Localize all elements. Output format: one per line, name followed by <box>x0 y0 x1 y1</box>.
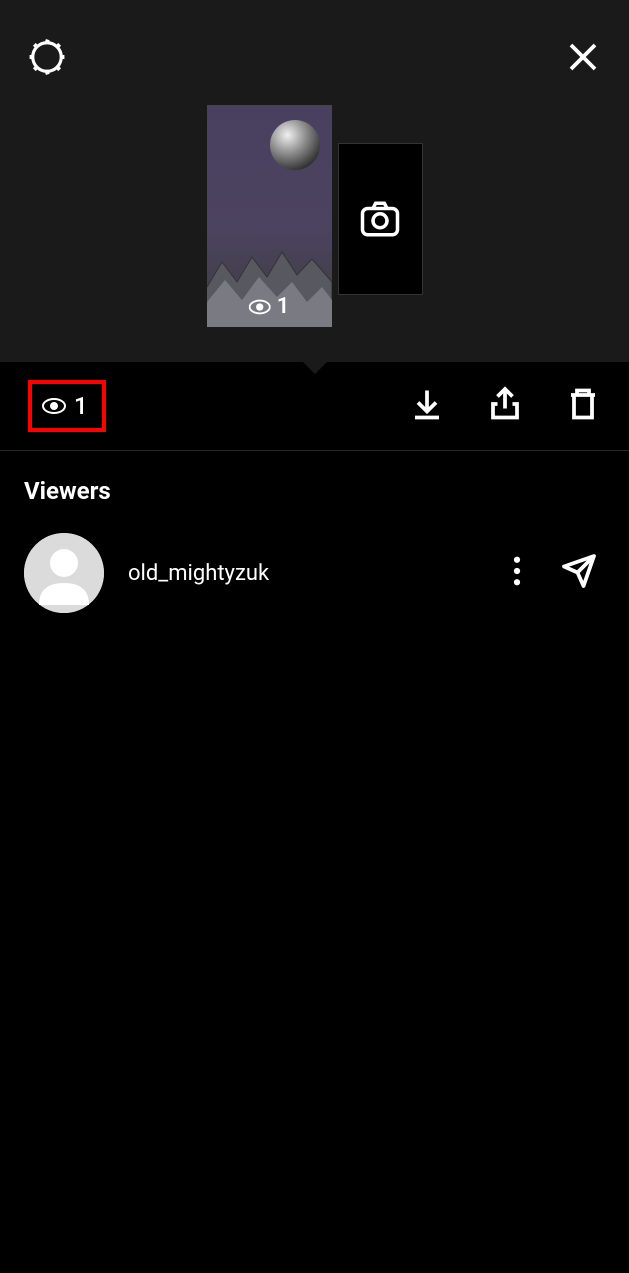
viewer-send-button[interactable] <box>561 553 597 593</box>
thumbnail-view-count: 1 <box>249 294 290 319</box>
action-bar: 1 <box>0 362 629 451</box>
trash-icon <box>565 386 601 422</box>
share-button[interactable] <box>487 386 523 426</box>
thumbnail-view-count-value: 1 <box>277 294 290 319</box>
story-content-sphere <box>270 120 320 170</box>
viewer-row: old_mightyzuk <box>24 533 605 613</box>
avatar-placeholder-icon <box>24 533 104 613</box>
story-preview-area: 1 <box>0 0 629 362</box>
more-icon <box>513 556 521 586</box>
eye-icon <box>249 299 271 315</box>
download-icon <box>409 386 445 422</box>
story-thumbnail[interactable]: 1 <box>207 105 332 327</box>
view-count-value: 1 <box>74 392 88 420</box>
eye-icon <box>42 397 66 415</box>
settings-button[interactable] <box>28 38 66 80</box>
settings-icon <box>28 38 66 76</box>
download-button[interactable] <box>409 386 445 426</box>
send-icon <box>561 553 597 589</box>
delete-button[interactable] <box>565 386 601 426</box>
camera-icon <box>359 198 401 240</box>
selected-story-pointer <box>301 360 329 374</box>
close-icon <box>565 39 601 75</box>
viewer-more-button[interactable] <box>513 556 521 590</box>
close-button[interactable] <box>565 39 601 79</box>
viewer-avatar[interactable] <box>24 533 104 613</box>
viewers-section: Viewers old_mightyzuk <box>0 451 629 639</box>
viewers-title: Viewers <box>24 477 605 505</box>
view-count-button[interactable]: 1 <box>28 380 106 432</box>
viewer-username[interactable]: old_mightyzuk <box>128 561 489 586</box>
share-icon <box>487 386 523 422</box>
add-story-button[interactable] <box>338 143 423 295</box>
